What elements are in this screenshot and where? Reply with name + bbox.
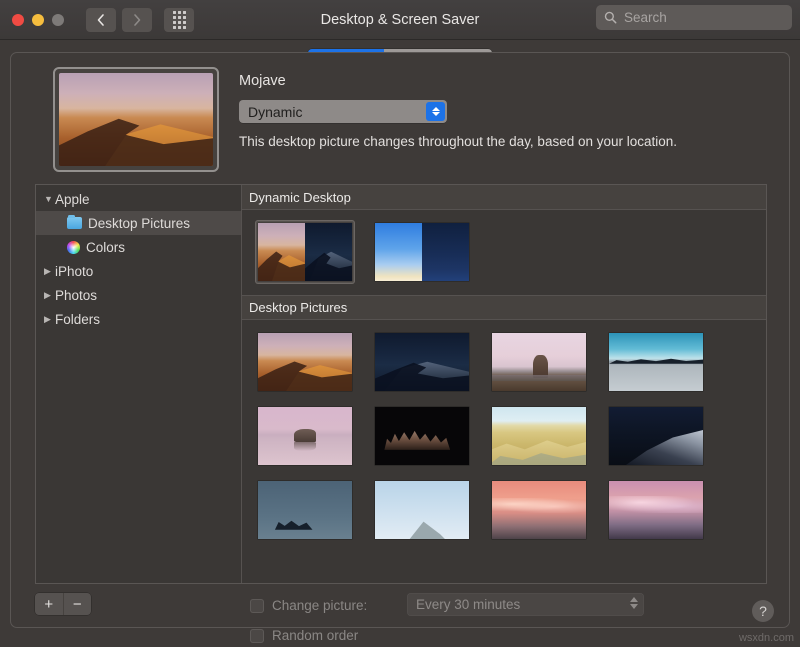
section-header-dynamic-desktop: Dynamic Desktop bbox=[242, 185, 766, 210]
sidebar-item-folders[interactable]: ▶ Folders bbox=[36, 307, 241, 331]
wallpaper-cell-pink-lake-rock[interactable] bbox=[256, 405, 354, 467]
wallpaper-cell-salmon-clouds[interactable] bbox=[490, 479, 588, 541]
wallpaper-cell-yellow-dunes[interactable] bbox=[490, 405, 588, 467]
folder-icon bbox=[67, 217, 82, 229]
disclosure-triangle-right-icon[interactable]: ▶ bbox=[44, 267, 55, 276]
sidebar-item-colors[interactable]: Colors bbox=[36, 235, 241, 259]
preferences-panel: Mojave Dynamic This desktop picture chan… bbox=[10, 52, 790, 628]
wallpaper-name: Mojave bbox=[239, 73, 677, 89]
section-header-label: Dynamic Desktop bbox=[249, 190, 351, 205]
wallpaper-cell-light-blue-peak[interactable] bbox=[373, 479, 471, 541]
sidebar-item-photos[interactable]: ▶ Photos bbox=[36, 283, 241, 307]
source-and-gallery-split: ▼ Apple Desktop Pictures Colors ▶ iPhoto… bbox=[35, 184, 767, 584]
wallpaper-cell-desert-rock-dusk[interactable] bbox=[490, 331, 588, 393]
sidebar-item-label: Photos bbox=[55, 288, 97, 303]
sidebar-item-label: Desktop Pictures bbox=[88, 216, 190, 231]
remove-folder-button[interactable]: − bbox=[63, 593, 92, 615]
sidebar-item-label: Apple bbox=[55, 192, 90, 207]
bottom-controls: + − Change picture: Random order Every 3… bbox=[35, 593, 767, 643]
change-interval-value: Every 30 minutes bbox=[407, 597, 520, 612]
search-field[interactable] bbox=[596, 5, 792, 30]
rotation-options: Change picture: Random order bbox=[250, 594, 367, 647]
sidebar-item-iphoto[interactable]: ▶ iPhoto bbox=[36, 259, 241, 283]
sidebar-item-apple[interactable]: ▼ Apple bbox=[36, 187, 241, 211]
disclosure-triangle-right-icon[interactable]: ▶ bbox=[44, 291, 55, 300]
wallpaper-cell-mojave-night[interactable] bbox=[373, 331, 471, 393]
sidebar-item-label: Colors bbox=[86, 240, 125, 255]
wallpaper-gallery[interactable]: Dynamic Desktop bbox=[242, 185, 766, 583]
wallpaper-style-popup[interactable]: Dynamic bbox=[239, 100, 447, 123]
current-wallpaper-section: Mojave Dynamic This desktop picture chan… bbox=[11, 53, 789, 177]
change-interval-popup[interactable]: Every 30 minutes bbox=[407, 593, 644, 616]
minimize-button[interactable] bbox=[32, 14, 44, 26]
change-picture-row: Change picture: bbox=[250, 594, 367, 617]
color-wheel-icon bbox=[67, 241, 80, 254]
random-order-row: Random order bbox=[250, 624, 367, 647]
wallpaper-style-value: Dynamic bbox=[239, 104, 302, 120]
close-button[interactable] bbox=[12, 14, 24, 26]
sidebar-item-desktop-pictures[interactable]: Desktop Pictures bbox=[36, 211, 241, 235]
help-button[interactable]: ? bbox=[752, 600, 774, 622]
stepper-arrows-icon[interactable] bbox=[630, 597, 638, 609]
sidebar-item-label: Folders bbox=[55, 312, 100, 327]
change-picture-label: Change picture: bbox=[272, 598, 367, 613]
forward-button[interactable] bbox=[122, 8, 152, 32]
random-order-checkbox[interactable] bbox=[250, 629, 264, 643]
traffic-light-group bbox=[12, 14, 64, 26]
random-order-label: Random order bbox=[272, 628, 358, 643]
disclosure-triangle-right-icon[interactable]: ▶ bbox=[44, 315, 55, 324]
show-all-grid-icon bbox=[173, 11, 186, 29]
wallpaper-cell-solar-gradients[interactable] bbox=[373, 221, 471, 283]
window-titlebar: Desktop & Screen Saver bbox=[0, 0, 800, 40]
wallpaper-description: This desktop picture changes throughout … bbox=[239, 134, 677, 149]
search-input[interactable] bbox=[624, 10, 800, 25]
wallpaper-cell-purple-clouds[interactable] bbox=[607, 479, 705, 541]
section-header-label: Desktop Pictures bbox=[249, 300, 347, 315]
wallpaper-cell-mojave[interactable] bbox=[256, 221, 354, 283]
back-button[interactable] bbox=[86, 8, 116, 32]
navigation-button-group bbox=[86, 8, 152, 32]
change-picture-checkbox[interactable] bbox=[250, 599, 264, 613]
chevron-right-icon bbox=[132, 13, 142, 27]
search-icon bbox=[604, 11, 617, 24]
wallpaper-info-column: Mojave Dynamic This desktop picture chan… bbox=[239, 67, 677, 177]
section-header-desktop-pictures: Desktop Pictures bbox=[242, 295, 766, 320]
wallpaper-cell-dark-dune-ridge[interactable] bbox=[607, 405, 705, 467]
show-all-button[interactable] bbox=[164, 8, 194, 32]
wallpaper-cell-blue-gray-shore[interactable] bbox=[256, 479, 354, 541]
add-remove-folder-group: + − bbox=[35, 593, 91, 615]
wallpaper-cell-night-rock-formations[interactable] bbox=[373, 405, 471, 467]
wallpaper-cell-mojave-day[interactable] bbox=[256, 331, 354, 393]
watermark: wsxdn.com bbox=[739, 632, 794, 644]
wallpaper-preview-image bbox=[59, 73, 213, 166]
desktop-pictures-grid bbox=[242, 320, 766, 541]
chevron-left-icon bbox=[96, 13, 106, 27]
stepper-arrows-icon[interactable] bbox=[426, 102, 445, 121]
zoom-button[interactable] bbox=[52, 14, 64, 26]
wallpaper-preview-frame[interactable] bbox=[53, 67, 219, 172]
sidebar-item-label: iPhoto bbox=[55, 264, 93, 279]
disclosure-triangle-down-icon[interactable]: ▼ bbox=[44, 195, 55, 204]
source-list: ▼ Apple Desktop Pictures Colors ▶ iPhoto… bbox=[36, 185, 242, 583]
dynamic-desktop-grid bbox=[242, 210, 766, 295]
wallpaper-cell-salt-flat[interactable] bbox=[607, 331, 705, 393]
add-folder-button[interactable]: + bbox=[35, 593, 63, 615]
